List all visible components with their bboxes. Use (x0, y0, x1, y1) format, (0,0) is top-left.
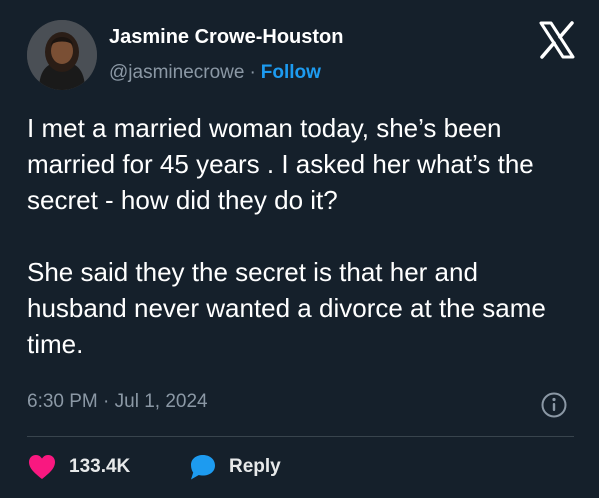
reply-button[interactable]: Reply (187, 452, 281, 482)
tweet-paragraph: I met a married woman today, she’s been … (27, 113, 534, 215)
speech-bubble-icon (191, 455, 215, 480)
tweet-paragraph: She said they the secret is that her and… (27, 257, 546, 359)
follow-button[interactable]: Follow (261, 62, 321, 83)
x-logo-icon[interactable] (537, 20, 577, 60)
avatar[interactable] (27, 20, 97, 90)
tweet-timestamp[interactable]: 6:30 PM · Jul 1, 2024 (27, 391, 208, 413)
reply-label: Reply (229, 456, 281, 477)
avatar-portrait-icon (27, 20, 97, 90)
like-button[interactable]: 133.4K (27, 452, 130, 482)
tweet-header: Jasmine Crowe-Houston @jasminecrowe · Foll… (27, 20, 577, 94)
tweet-actions: 133.4K Reply (27, 452, 577, 482)
author-name[interactable]: Jasmine Crowe-Houston (109, 26, 343, 49)
tweet-card: Jasmine Crowe-Houston @jasminecrowe · Foll… (0, 0, 599, 498)
tweet-text: I met a married woman today, she’s been … (27, 110, 577, 362)
author-handle-row: @jasminecrowe · Follow (109, 62, 321, 84)
like-count: 133.4K (69, 456, 131, 477)
divider (27, 436, 574, 437)
author-handle[interactable]: @jasminecrowe (109, 62, 244, 83)
separator-dot: · (249, 62, 256, 83)
heart-icon (29, 455, 55, 479)
info-icon[interactable] (540, 391, 568, 419)
